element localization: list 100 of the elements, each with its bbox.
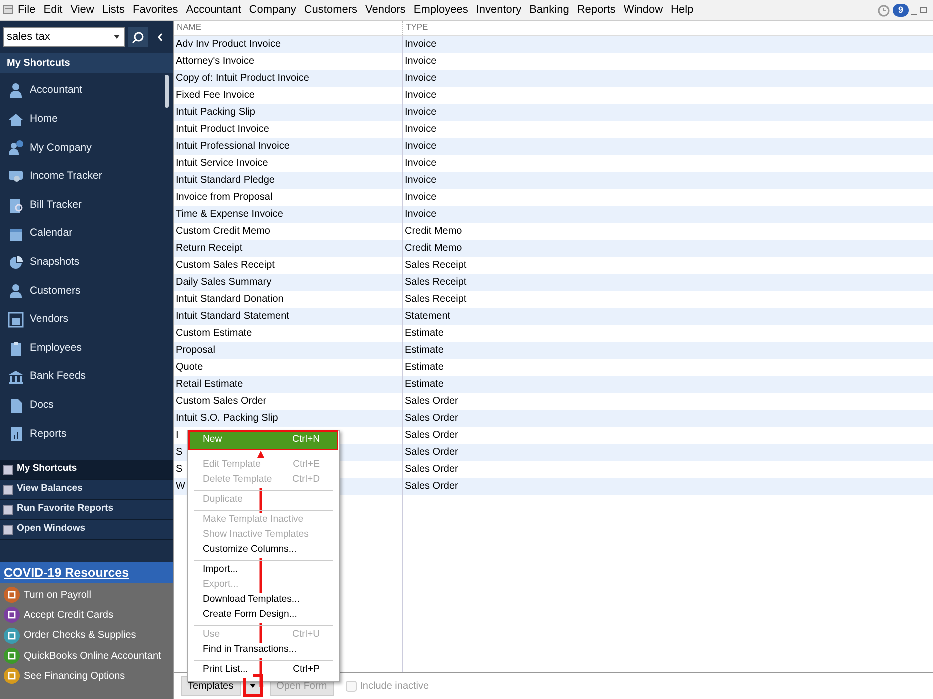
shortcut-item[interactable]: Reports [0,420,173,449]
table-cell: Custom Sales Order [176,396,267,408]
table-cell: Fixed Fee Invoice [176,90,255,102]
document-icon [8,198,24,214]
table-cell: Intuit Professional Invoice [176,141,290,152]
table-cell: Daily Sales Summary [176,277,272,288]
report-icon [8,426,24,442]
search-button[interactable] [128,27,148,47]
menu-item[interactable]: Import... [190,563,337,578]
table-cell: Invoice [405,56,437,68]
menu-item[interactable]: Accountant [182,2,246,18]
menu-item[interactable]: Inventory [472,2,526,18]
panel-tab[interactable]: Open Windows [0,520,173,540]
table-cell: Time & Expense Invoice [176,209,284,220]
table-cell: S [176,447,183,458]
table-cell: W [176,481,186,492]
table-cell: Intuit Standard Statement [176,311,290,322]
table-cell: Credit Memo [405,243,462,254]
shortcut-item[interactable]: Snapshots [0,248,173,278]
chevron-left-icon [156,32,165,42]
menu-item[interactable]: Banking [526,2,574,18]
menu-item[interactable]: Help [667,2,698,18]
menu-item[interactable]: Company [245,2,300,18]
table-cell: Sales Receipt [405,277,467,288]
column-header[interactable]: NAME [174,21,402,35]
table-cell: Sales Receipt [405,260,467,272]
pie-chart-icon [8,254,24,271]
table-cell: Credit Memo [405,226,462,238]
notification-badge[interactable]: 9 [893,4,908,16]
promo-item[interactable]: QuickBooks Online Accountant [0,646,173,666]
menu-item[interactable]: View [66,2,98,18]
table-cell: Sales Order [405,430,458,442]
table-cell: Copy of: Intuit Product Invoice [176,73,310,84]
people-icon [8,140,24,156]
person-icon [8,83,24,100]
promo-item[interactable]: See Financing Options [0,666,173,686]
table-cell: Invoice [405,73,437,84]
home-icon [8,112,24,128]
table-cell: Intuit Standard Donation [176,294,284,306]
table-cell: Retail Estimate [176,379,244,390]
table-cell: Custom Estimate [176,328,252,340]
menu-item[interactable]: Employees [410,2,472,18]
menu-item[interactable]: File [14,2,40,18]
table-cell: Invoice [405,175,437,186]
shortcut-item[interactable]: Income Tracker [0,162,173,192]
shortcut-item[interactable]: Bill Tracker [0,191,173,220]
table-cell: Adv Inv Product Invoice [176,39,282,50]
table-cell: Invoice [405,209,437,220]
scrollbar-thumb[interactable] [165,75,169,108]
shortcut-item[interactable]: Calendar [0,220,173,249]
panel-tab[interactable]: My Shortcuts [0,460,173,480]
menu-item[interactable]: Lists [98,2,129,18]
panel-tab[interactable]: View Balances [0,480,173,500]
shortcut-item[interactable]: Accountant [0,77,173,106]
promo-item[interactable]: Accept Credit Cards [0,605,173,626]
shortcut-item[interactable]: Employees [0,334,173,363]
table-cell: Proposal [176,345,216,356]
menu-item[interactable]: Reports [573,2,620,18]
promo-item[interactable]: Turn on Payroll [0,585,173,606]
shortcut-item[interactable]: Customers [0,277,173,306]
table-cell: S [176,464,183,476]
table-cell: Sales Order [405,481,458,492]
menu-item[interactable]: Vendors [362,2,410,18]
table-cell: Invoice [405,192,437,204]
menu-item[interactable]: Window [620,2,668,18]
menu-item[interactable]: Customers [300,2,362,18]
table-cell: Intuit Packing Slip [176,107,256,118]
table-cell: Custom Credit Memo [176,226,270,238]
shortcut-item[interactable]: Vendors [0,306,173,334]
shortcut-item[interactable]: Bank Feeds [0,362,173,392]
menu-item[interactable]: New Ctrl+N [190,432,337,449]
storefront-icon [8,312,24,328]
table-cell: Sales Order [405,413,458,424]
table-cell: Estimate [405,362,444,374]
app-icon [3,4,14,16]
table-cell: Estimate [405,379,444,390]
menu-item[interactable]: Favorites [128,2,182,18]
table-cell: I [176,430,179,442]
table-cell: Sales Order [405,396,458,408]
table-cell: Custom Sales Receipt [176,260,275,272]
shortcut-item[interactable]: My Company [0,134,173,163]
table-cell: Invoice [405,107,437,118]
bank-icon [8,369,24,386]
promo-item[interactable]: Order Checks & Supplies [0,626,173,646]
table-cell: Invoice [405,141,437,152]
resources-link[interactable]: COVID-19 Resources [0,562,173,583]
menu-item[interactable]: Print List... Ctrl+P [190,663,337,678]
table-cell: Invoice [405,90,437,102]
table-cell: Estimate [405,328,444,340]
shortcut-item[interactable]: Docs [0,392,173,420]
panel-tab[interactable]: Run Favorite Reports [0,500,173,520]
column-header[interactable]: TYPE [402,21,933,35]
table-cell: Invoice from Proposal [176,192,273,204]
table-cell: Statement [405,311,451,322]
menu-item[interactable]: Edit [40,2,67,18]
calendar-icon [8,226,24,242]
search-field[interactable]: sales tax [3,27,126,47]
alarm-icon [876,3,891,17]
shortcut-item[interactable]: Home [0,106,173,134]
highlight-frame [243,674,264,698]
